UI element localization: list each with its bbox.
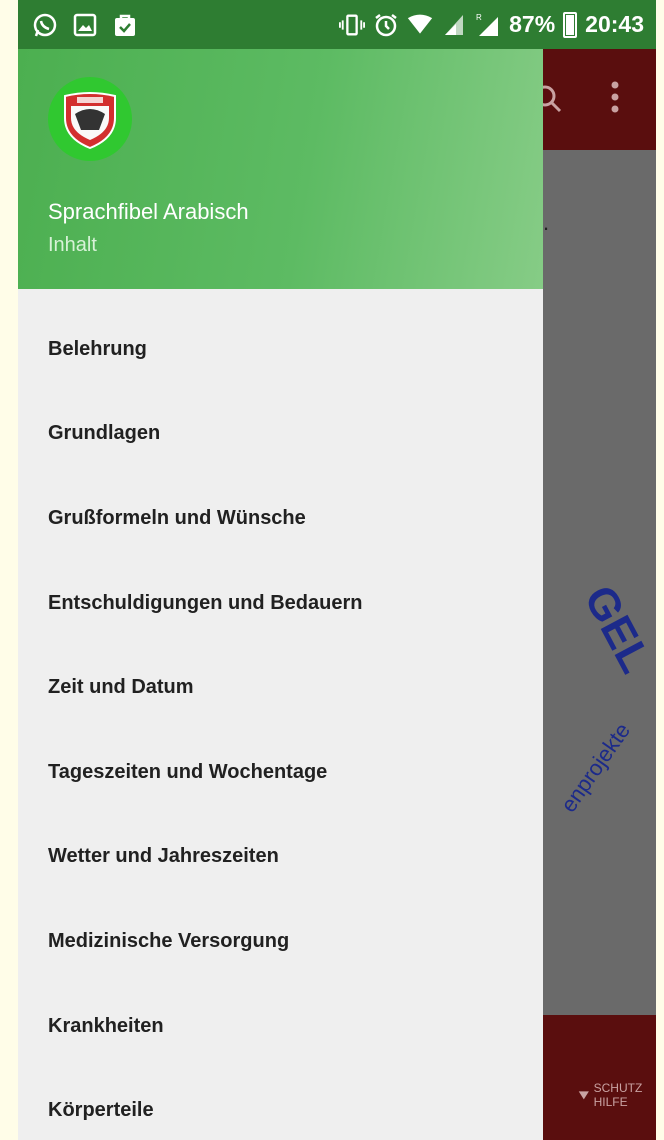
- status-bar: R 87% 20:43: [18, 0, 656, 49]
- menu-item-medizinische-versorgung[interactable]: Medizinische Versorgung: [18, 899, 543, 984]
- shopping-bag-icon: [112, 12, 138, 38]
- roaming-signal-icon: R: [475, 12, 501, 38]
- watermark-subtext: enprojekte: [556, 718, 635, 817]
- menu-item-grussformeln[interactable]: Grußformeln und Wünsche: [18, 476, 543, 561]
- clock: 20:43: [585, 11, 644, 37]
- menu-item-zeit-datum[interactable]: Zeit und Datum: [18, 645, 543, 730]
- whatsapp-icon: [32, 12, 58, 38]
- more-options-icon[interactable]: [610, 79, 620, 121]
- app-logo-avatar: [48, 77, 132, 161]
- footer-badge-text: SCHUTZ HILFE: [593, 1081, 643, 1109]
- vibrate-icon: [339, 12, 366, 38]
- shield-icon: [578, 1091, 589, 1100]
- status-bar-left: [32, 12, 138, 38]
- battery-percent: 87%: [509, 11, 556, 37]
- menu-item-tageszeiten[interactable]: Tageszeiten und Wochentage: [18, 730, 543, 815]
- menu-item-belehrung[interactable]: Belehrung: [18, 307, 543, 392]
- status-bar-right: R 87% 20:43: [339, 11, 644, 38]
- menu-item-wetter[interactable]: Wetter und Jahreszeiten: [18, 815, 543, 900]
- menu-item-krankheiten[interactable]: Krankheiten: [18, 984, 543, 1069]
- wifi-icon: [407, 12, 433, 38]
- app-logo-shield-icon: [64, 92, 116, 150]
- menu-item-entschuldigungen[interactable]: Entschuldigungen und Bedauern: [18, 561, 543, 646]
- menu-item-grundlagen[interactable]: Grundlagen: [18, 392, 543, 477]
- drawer-header: Sprachfibel Arabisch Inhalt: [18, 49, 543, 289]
- alarm-icon: [373, 12, 399, 38]
- watermark-text: GEL: [575, 578, 656, 681]
- drawer-subtitle: Inhalt: [48, 234, 97, 256]
- navigation-drawer: Sprachfibel Arabisch Inhalt Belehrung Gr…: [18, 49, 543, 1140]
- battery-icon: [563, 11, 578, 38]
- gallery-icon: [72, 12, 98, 38]
- phone-screen: R 87% 20:43 . GEL enprojekte SCHUTZ HILF…: [18, 0, 656, 1140]
- menu-item-koerperteile[interactable]: Körperteile: [18, 1068, 543, 1140]
- footer-badge: SCHUTZ HILFE: [578, 1081, 656, 1109]
- svg-text:R: R: [476, 13, 482, 22]
- signal-icon: [441, 12, 467, 38]
- app-title: Sprachfibel Arabisch: [48, 199, 249, 224]
- drawer-menu: Belehrung Grundlagen Grußformeln und Wün…: [18, 307, 543, 1140]
